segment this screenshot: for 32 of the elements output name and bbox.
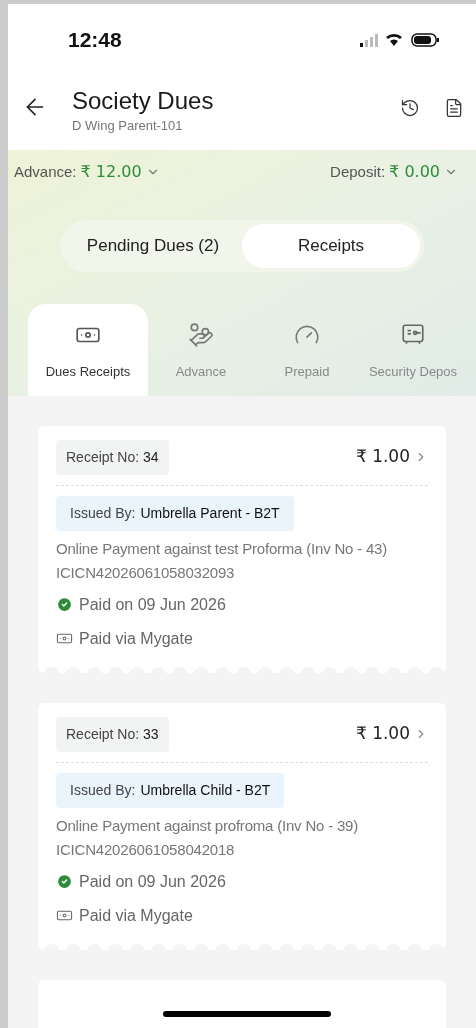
paid-date: Paid on 09 Jun 2026	[79, 594, 226, 615]
receipt-amount: ₹ 1.00	[355, 722, 410, 746]
issued-by-label: Issued By:	[70, 780, 136, 800]
hand-coins-icon	[188, 322, 214, 348]
check-circle-icon	[56, 873, 73, 890]
receipt-card[interactable]: Receipt No: 34 ₹ 1.00 Issued By: Umbrella Parent - B2T Online Payment against test Proforma (Inv No - 43) ICICN42026061058032093 Paid on 09 Jun 2026 Paid via Mygate	[38, 425, 446, 673]
balance-dropdown[interactable]: Deposit: ₹ 0.00	[330, 160, 470, 184]
receipt-label: Receipt No:	[66, 448, 140, 465]
page-title: Society Dues	[72, 86, 215, 116]
receipt-card[interactable]: Receipt No: 33 ₹ 1.00 Issued By: Umbrella Child - B2T Online Payment against profroma (Inv No - 39) ICICN42026061058042018 Paid on 09 Jun 2026 Paid via Mygate	[38, 702, 446, 950]
balance-dropdown[interactable]: Advance: ₹ 12.00	[14, 160, 172, 184]
receipt-label: Receipt No:	[66, 725, 140, 742]
issued-by-label: Issued By:	[70, 503, 136, 523]
history-icon[interactable]	[400, 98, 420, 118]
status-time: 12:48	[68, 27, 122, 54]
receipt-card[interactable]	[38, 979, 446, 1028]
segment-tab[interactable]: Receipts	[242, 224, 420, 268]
check-circle-icon	[56, 596, 73, 613]
issuer-name: Umbrella Child - B2T	[140, 780, 271, 800]
paid-date: Paid on 09 Jun 2026	[79, 871, 226, 892]
payment-description: Online Payment against test Proforma (Inv No - 43) ICICN42026061058032093	[56, 538, 388, 583]
payment-method: Paid via Mygate	[79, 628, 193, 649]
segment-tab[interactable]: Pending Dues (2)	[64, 224, 242, 268]
receipt-amount: ₹ 1.00	[355, 445, 410, 469]
document-icon[interactable]	[444, 98, 464, 118]
payment-method: Paid via Mygate	[79, 905, 193, 926]
issuer-name: Umbrella Parent - B2T	[140, 503, 280, 523]
category-tab[interactable]: Dues Receipts	[28, 304, 148, 396]
payment-description: Online Payment against profroma (Inv No - 39) ICICN42026061058042018	[56, 815, 359, 860]
receipt-number: 33	[143, 725, 159, 742]
receipt-number: 34	[143, 448, 159, 465]
page-subtitle: D Wing Parent-101	[72, 117, 184, 135]
